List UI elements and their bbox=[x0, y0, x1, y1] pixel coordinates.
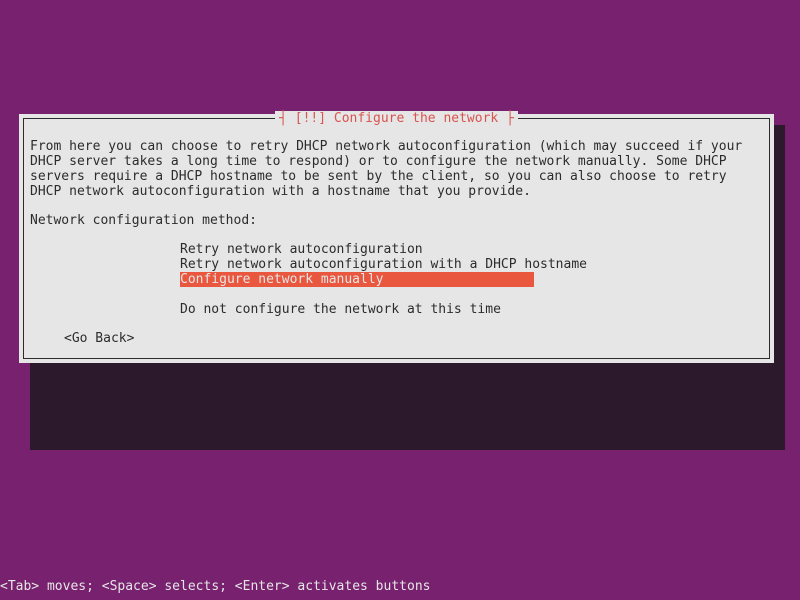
option-do-not-configure[interactable]: Do not configure the network at this tim… bbox=[180, 302, 763, 317]
dialog-title-wrap: ┤ [!!] Configure the network ├ bbox=[24, 111, 769, 126]
dialog-prompt: Network configuration method: bbox=[30, 213, 763, 228]
dialog-inner: ┤ [!!] Configure the network ├ From here… bbox=[23, 118, 770, 359]
option-retry-autoconfig[interactable]: Retry network autoconfiguration bbox=[180, 242, 763, 257]
dialog-title: ┤ [!!] Configure the network ├ bbox=[275, 111, 518, 126]
configure-network-dialog: ┤ [!!] Configure the network ├ From here… bbox=[19, 114, 774, 363]
go-back-button[interactable]: <Go Back> bbox=[64, 331, 763, 346]
option-spacer bbox=[180, 287, 763, 302]
option-configure-manually[interactable]: Configure network manually bbox=[180, 272, 534, 287]
option-list: Retry network autoconfiguration Retry ne… bbox=[180, 242, 763, 317]
footer-hint: <Tab> moves; <Space> selects; <Enter> ac… bbox=[0, 579, 430, 594]
option-retry-autoconfig-hostname[interactable]: Retry network autoconfiguration with a D… bbox=[180, 257, 763, 272]
dialog-description: From here you can choose to retry DHCP n… bbox=[30, 139, 763, 199]
